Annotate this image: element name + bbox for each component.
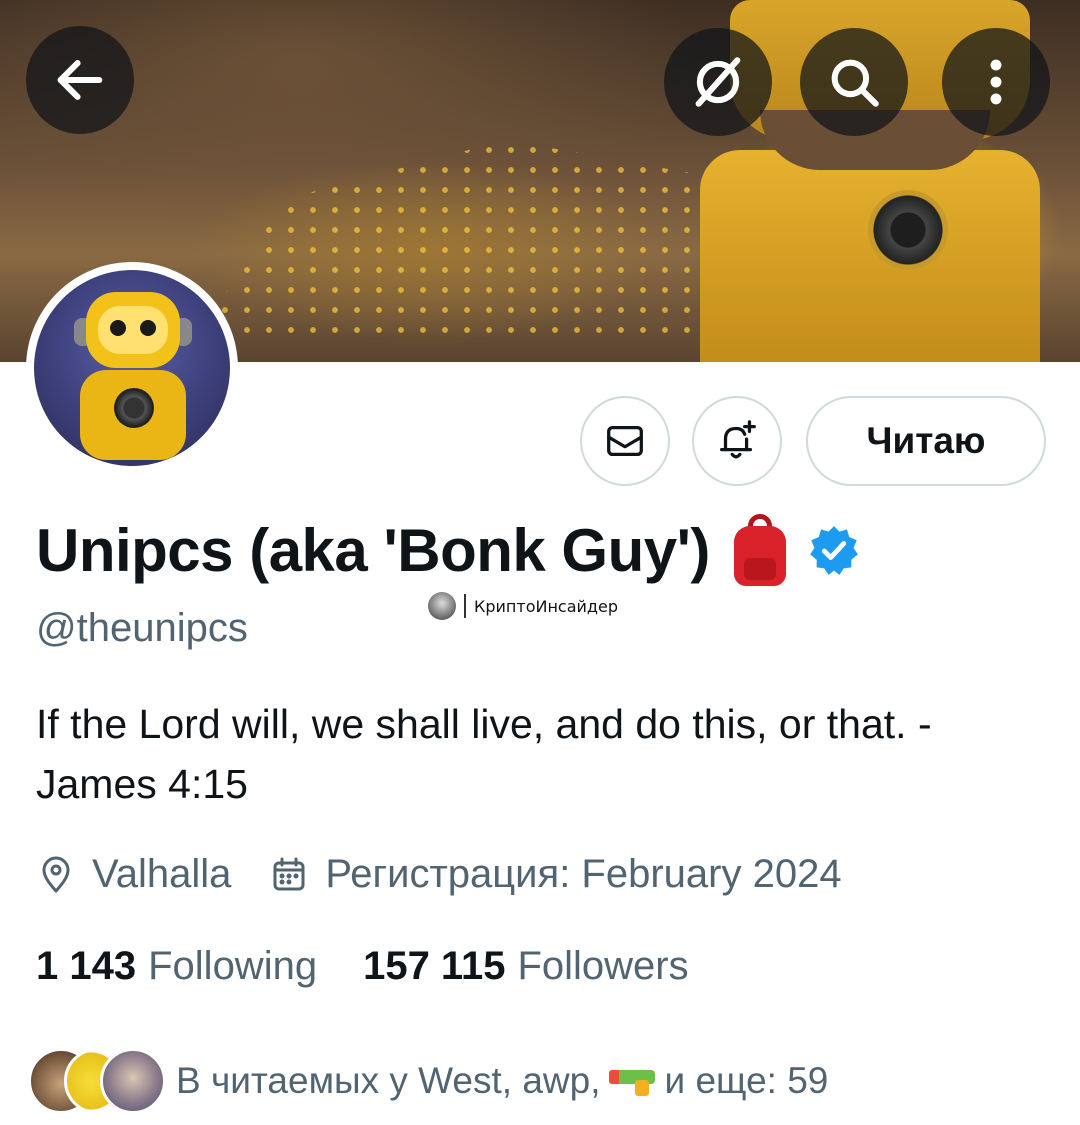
following-count: 1 143 <box>36 944 137 988</box>
following-label: Following <box>148 944 318 988</box>
grok-icon <box>695 57 741 107</box>
profile-avatar[interactable] <box>26 262 238 474</box>
grok-button[interactable] <box>664 28 772 136</box>
followed-by-avatars <box>28 1046 166 1116</box>
more-options-button[interactable] <box>942 28 1050 136</box>
avatar-image <box>34 270 230 466</box>
profile-name: Unipcs (aka 'Bonk Guy') <box>36 516 710 584</box>
profile-meta: Valhalla Регистрация: February 2024 <box>36 852 842 897</box>
calendar-icon <box>273 857 305 890</box>
followed-by-prefix: В читаемых у West, awp, <box>176 1060 601 1101</box>
arrow-left-icon <box>57 60 103 100</box>
following-button[interactable]: Читаю <box>806 396 1046 486</box>
banner-army <box>198 140 730 340</box>
profile-handle: @theunipcs <box>36 606 248 650</box>
backpack-emoji <box>730 514 790 586</box>
banner-robot-disc <box>868 190 948 270</box>
notifications-button[interactable] <box>692 396 782 486</box>
profile-name-row: Unipcs (aka 'Bonk Guy') <box>36 514 860 586</box>
profile-bio: If the Lord will, we shall live, and do … <box>36 701 932 807</box>
avatar-robot-eye-right <box>140 320 156 336</box>
avatar <box>100 1048 166 1114</box>
watermark-text: КриптоИнсайдер <box>474 596 618 616</box>
followers-label: Followers <box>517 944 689 988</box>
joined-item: Регистрация: February 2024 <box>269 852 842 897</box>
message-button[interactable] <box>580 396 670 486</box>
bell-plus-icon <box>720 420 756 459</box>
location-pin-icon <box>42 856 70 892</box>
verified-badge-icon[interactable] <box>808 524 860 576</box>
more-vertical-icon <box>990 59 1002 105</box>
watermark: КриптоИнсайдер <box>428 592 618 620</box>
banner-robot-body <box>700 150 1040 362</box>
water-pistol-emoji <box>608 1066 655 1096</box>
watermark-logo <box>428 592 456 620</box>
search-button[interactable] <box>800 28 908 136</box>
location-item: Valhalla <box>36 852 231 897</box>
followers-count: 157 115 <box>363 944 506 988</box>
profile-stats: 1 143 Following 157 115 Followers <box>36 944 689 989</box>
avatar-robot-face <box>98 306 168 354</box>
avatar-robot-eye-left <box>110 320 126 336</box>
search-icon <box>831 59 879 107</box>
followed-by-text: В читаемых у West, awp, и еще: 59 <box>176 1060 828 1102</box>
back-button[interactable] <box>26 26 134 134</box>
followed-by-suffix: и еще: 59 <box>664 1060 829 1101</box>
joined-text: Регистрация: February 2024 <box>325 852 842 896</box>
avatar-robot-speaker <box>114 388 154 428</box>
location-text: Valhalla <box>92 852 232 896</box>
following-link[interactable]: 1 143 Following <box>36 944 317 989</box>
followed-by-row[interactable]: В читаемых у West, awp, и еще: 59 <box>28 1046 828 1116</box>
envelope-icon <box>607 425 643 457</box>
followers-link[interactable]: 157 115 Followers <box>363 944 689 989</box>
